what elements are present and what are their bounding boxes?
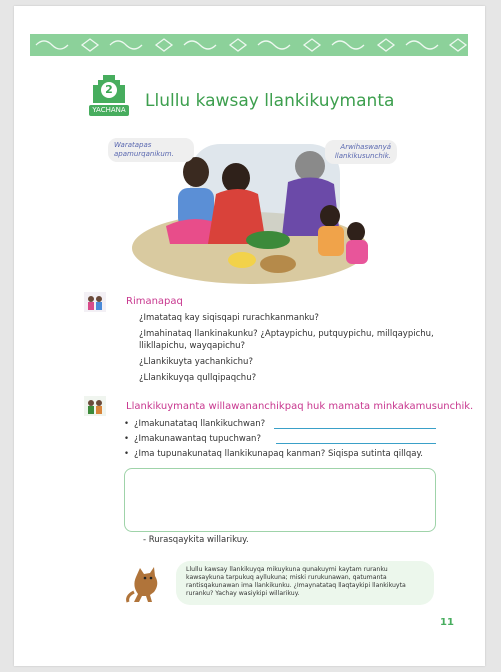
activity-list: • ¿Imakunatataq llankikuchwan? • ¿Imakunaw…	[124, 418, 454, 463]
decorative-band	[30, 34, 468, 56]
bullet-text: ¿Imakunawantaq tupuchwan?	[134, 434, 261, 444]
interview-icon	[84, 396, 106, 416]
list-item: • ¿Imakunawantaq tupuchwan?	[124, 433, 454, 448]
drawing-box[interactable]	[124, 468, 436, 532]
page-title: Llullu kawsay llankikuymanta	[145, 91, 395, 111]
question-item: ¿Imatataq kay siqisqapi rurachkanmanku?	[139, 313, 319, 323]
speech-bubble-left: Waratapas apamurqanikum.	[108, 138, 194, 162]
instruction-text: - Rurasqaykita willarikuy.	[143, 535, 249, 545]
badge-number: 2	[101, 82, 117, 98]
question-list: ¿Imatataq kay siqisqapi rurachkanmanku? …	[139, 312, 444, 388]
section-title-activity: Llankikuymanta willawananchikpaq huk mam…	[126, 401, 474, 412]
speech-bubble-right: Arwihaswanyá llankikusunchik.	[325, 140, 397, 164]
question-item: ¿Llankikuyqa qullqipaqchu?	[139, 373, 257, 383]
question-item: ¿Imahinataq llankinakunku? ¿Aptaypichu, …	[139, 329, 434, 351]
page-number: 11	[440, 617, 454, 628]
note-text: Llullu kawsay llankikuyqa mikuykuna quna…	[186, 566, 406, 597]
discussion-icon	[84, 292, 106, 312]
bullet-icon: •	[124, 419, 130, 429]
section-title-rimanapaq: Rimanapaq	[126, 296, 183, 307]
answer-line[interactable]	[276, 443, 436, 444]
bullet-text: ¿Ima tupunakunataq llankikunapaq kanman?…	[134, 449, 423, 459]
bullet-text: ¿Imakunatataq llankikuchwan?	[134, 419, 266, 429]
answer-line[interactable]	[274, 428, 436, 429]
question-item: ¿Llankikuyta yachankichu?	[139, 357, 253, 367]
list-item: • ¿Imakunatataq llankikuchwan?	[124, 418, 454, 433]
lesson-badge: 2 YACHANA	[89, 75, 129, 116]
bullet-icon: •	[124, 434, 130, 444]
cat-mascot-icon	[126, 562, 166, 604]
badge-label: YACHANA	[89, 105, 129, 116]
list-item: • ¿Ima tupunakunataq llankikunapaq kanman…	[124, 448, 454, 463]
bullet-icon: •	[124, 449, 130, 459]
